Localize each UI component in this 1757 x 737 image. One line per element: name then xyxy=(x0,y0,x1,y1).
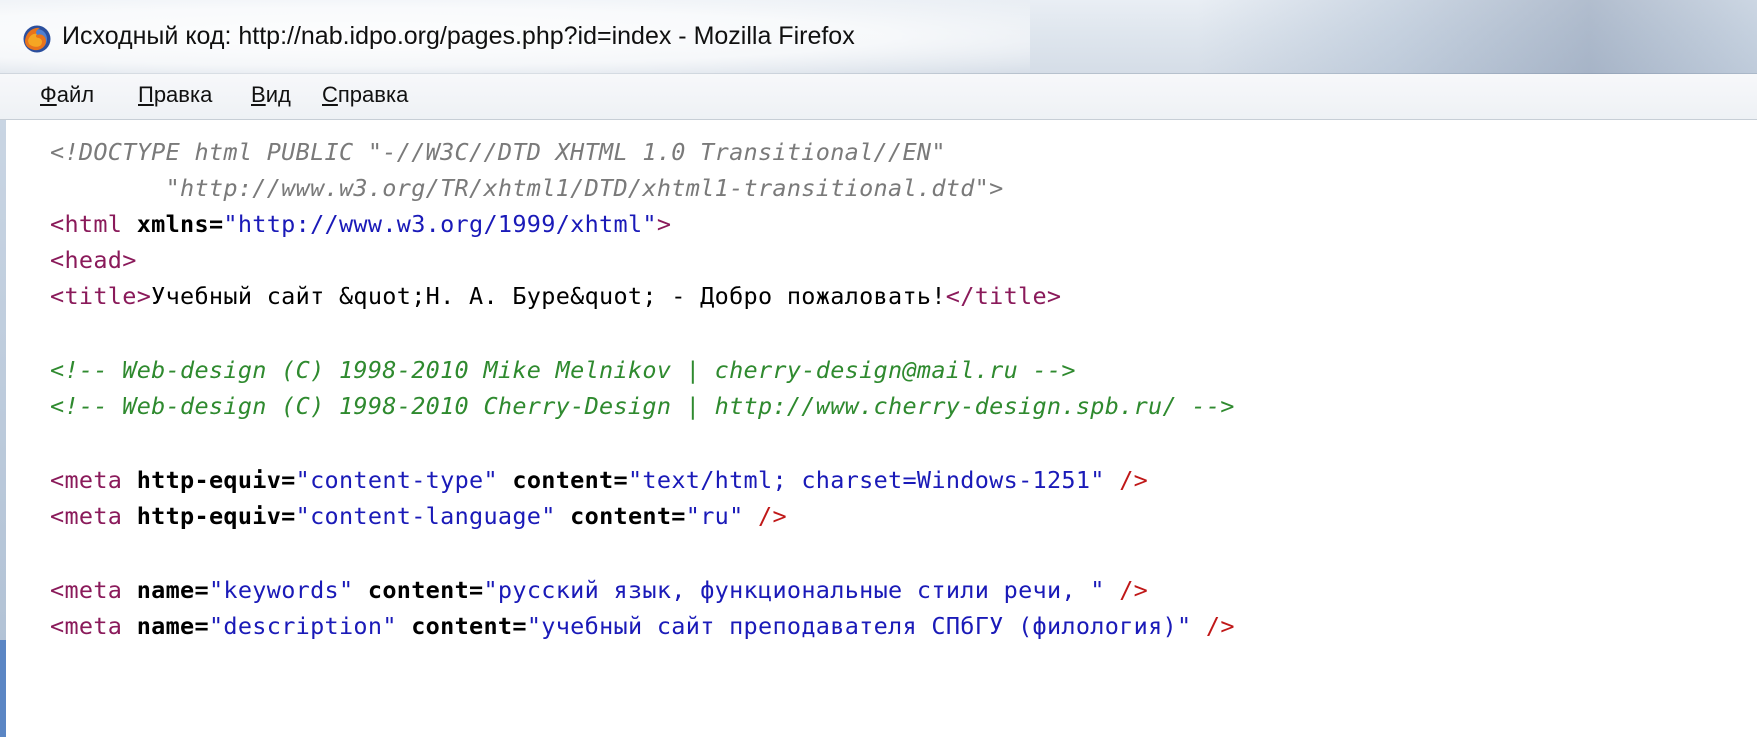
menu-file[interactable]: Файл xyxy=(40,82,94,108)
source-line-doctype-1: <!DOCTYPE html PUBLIC "-//W3C//DTD XHTML… xyxy=(50,138,946,166)
menu-file-accel: Ф xyxy=(40,82,57,107)
title-tag-open: <title> xyxy=(50,282,152,310)
title-text: Учебный сайт &quot;Н. А. Буре&quot; - До… xyxy=(151,282,946,310)
html-tag-close: > xyxy=(656,210,672,238)
meta-content-value: "учебный сайт преподавателя СПбГУ (филол… xyxy=(526,612,1192,640)
html-tag-open: <html xyxy=(50,210,123,238)
source-line-meta-content-language: <meta http-equiv="content-language" cont… xyxy=(50,502,787,530)
menu-help[interactable]: Справка xyxy=(322,82,408,108)
meta-content-attr: content= xyxy=(353,576,484,604)
source-line-comment-2: <!-- Web-design (C) 1998-2010 Cherry-Des… xyxy=(50,392,1235,420)
meta-name-value: "description" xyxy=(208,612,397,640)
source-line-title: <title>Учебный сайт &quot;Н. А. Буре&quo… xyxy=(50,282,1061,310)
menu-help-accel: С xyxy=(322,82,338,107)
meta-http-equiv-attr: http-equiv= xyxy=(122,502,296,530)
self-close: /> xyxy=(1104,466,1149,494)
title-tag-close: </title> xyxy=(945,282,1062,310)
menu-edit[interactable]: Правка xyxy=(138,82,212,108)
meta-http-equiv-value: "content-type" xyxy=(295,466,498,494)
meta-tag: <meta xyxy=(50,576,123,604)
source-line-meta-description: <meta name="description" content="учебны… xyxy=(50,612,1235,640)
meta-content-attr: content= xyxy=(497,466,628,494)
meta-content-attr: content= xyxy=(396,612,527,640)
meta-http-equiv-value: "content-language" xyxy=(295,502,556,530)
menu-view-accel: В xyxy=(251,82,266,107)
meta-content-value: "ru" xyxy=(685,502,744,530)
menu-view-label: ид xyxy=(265,82,291,107)
self-close: /> xyxy=(1191,612,1235,640)
menu-bar: Файл Правка Вид Справка xyxy=(0,74,1757,120)
meta-name-value: "keywords" xyxy=(208,576,354,604)
title-bar[interactable]: Исходный код: http://nab.idpo.org/pages.… xyxy=(0,0,1757,74)
source-line-meta-keywords: <meta name="keywords" content="русский я… xyxy=(50,576,1148,604)
meta-tag: <meta xyxy=(50,502,123,530)
firefox-icon xyxy=(23,25,51,53)
source-line-doctype-2: "http://www.w3.org/TR/xhtml1/DTD/xhtml1-… xyxy=(50,174,1004,202)
source-view-window: Исходный код: http://nab.idpo.org/pages.… xyxy=(0,0,1757,737)
source-line-head: <head> xyxy=(50,246,137,274)
head-tag: <head> xyxy=(50,246,137,274)
self-close: /> xyxy=(1104,576,1149,604)
source-line-meta-content-type: <meta http-equiv="content-type" content=… xyxy=(50,466,1148,494)
meta-name-attr: name= xyxy=(122,612,209,640)
meta-content-attr: content= xyxy=(555,502,686,530)
menu-view[interactable]: Вид xyxy=(251,82,291,108)
title-bar-glass xyxy=(1197,0,1757,74)
meta-content-value: "русский язык, функциональные стили речи… xyxy=(483,576,1105,604)
source-line-comment-1: <!-- Web-design (C) 1998-2010 Mike Melni… xyxy=(50,356,1076,384)
meta-content-value: "text/html; charset=Windows-1251" xyxy=(627,466,1105,494)
meta-name-attr: name= xyxy=(122,576,209,604)
menu-file-label: айл xyxy=(56,82,95,107)
self-close: /> xyxy=(743,502,787,530)
window-title: Исходный код: http://nab.idpo.org/pages.… xyxy=(62,22,855,50)
menu-help-label: правка xyxy=(337,82,409,107)
meta-tag: <meta xyxy=(50,612,123,640)
menu-edit-accel: П xyxy=(138,82,154,107)
menu-edit-label: равка xyxy=(153,82,213,107)
source-code-view[interactable]: <!DOCTYPE html PUBLIC "-//W3C//DTD XHTML… xyxy=(6,120,1757,737)
meta-tag: <meta xyxy=(50,466,123,494)
source-line-html: <html xmlns="http://www.w3.org/1999/xhtm… xyxy=(50,210,671,238)
html-xmlns-value: "http://www.w3.org/1999/xhtml" xyxy=(223,210,657,238)
html-xmlns-attr: xmlns= xyxy=(122,210,224,238)
meta-http-equiv-attr: http-equiv= xyxy=(122,466,296,494)
